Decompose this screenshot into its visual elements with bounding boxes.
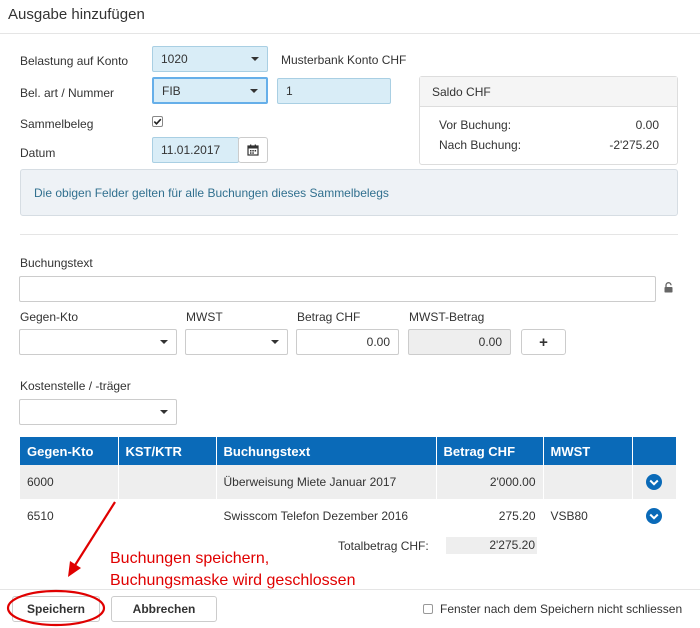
row-mwst: VSB80 [543,499,633,533]
datum-input[interactable]: 11.01.2017 [152,137,239,163]
col-gegenkto[interactable]: Gegen-Kto [20,437,119,465]
col-actions [632,437,676,465]
row-betrag: 275.20 [436,499,544,533]
mwstbetrag-label: MWST-Betrag [409,310,485,324]
kostenstelle-select[interactable] [19,399,177,425]
total-label: Totalbetrag CHF: [338,539,429,553]
keep-open-checkbox[interactable] [423,604,433,614]
row-kst [118,465,217,499]
row-text: Überweisung Miete Januar 2017 [216,465,437,499]
belastung-konto-value: 1020 [161,52,188,66]
col-betrag[interactable]: Betrag CHF [436,437,544,465]
betrag-input[interactable]: 0.00 [296,329,399,355]
annotation-line1: Buchungen speichern, [110,550,270,567]
add-booking-button[interactable]: + [521,329,566,355]
dialog-title: Ausgabe hinzufügen [8,6,145,23]
chevron-down-icon [250,88,258,93]
annotation-circle-icon [6,589,106,627]
saldo-panel: Saldo CHF Vor Buchung: 0.00 Nach Buchung… [419,76,678,165]
row-actions [632,465,676,499]
row-mwst [543,465,633,499]
nummer-input[interactable]: 1 [277,78,391,104]
col-mwst[interactable]: MWST [543,437,633,465]
belastung-label: Belastung auf Konto [20,54,129,68]
table-row[interactable]: 6000 Überweisung Miete Januar 2017 2'000… [20,465,676,499]
chevron-down-circle-icon[interactable] [646,508,663,524]
checkmark-icon [152,116,163,127]
saldo-title: Saldo CHF [432,84,491,99]
saldo-vor-label: Vor Buchung: [439,118,512,132]
info-text: Die obigen Felder gelten für alle Buchun… [34,185,389,200]
gegenkto-select[interactable] [19,329,177,355]
chevron-down-icon [160,340,168,344]
belastung-konto-select[interactable]: 1020 [152,46,268,72]
row-betrag: 2'000.00 [436,465,544,499]
sammelbeleg-label: Sammelbeleg [20,117,94,131]
info-box: Die obigen Felder gelten für alle Buchun… [20,169,678,216]
chevron-down-circle-icon[interactable] [646,474,663,490]
belart-select[interactable]: FIB [152,77,268,104]
row-kst [118,499,217,533]
col-kstktr[interactable]: KST/KTR [118,437,217,465]
belart-value: FIB [162,83,181,98]
title-divider [0,33,700,34]
row-text: Swisscom Telefon Dezember 2016 [216,499,437,533]
buchungstext-label: Buchungstext [20,256,93,270]
table-header-row: Gegen-Kto KST/KTR Buchungstext Betrag CH… [20,437,676,465]
saldo-panel-header: Saldo CHF [420,77,677,107]
chevron-down-icon [271,340,279,344]
kostenstelle-label: Kostenstelle / -träger [20,379,131,393]
nummer-value: 1 [286,84,293,98]
section-divider [20,234,678,235]
gegenkto-label: Gegen-Kto [20,310,79,324]
buchungstext-input[interactable] [19,276,656,302]
mwstbetrag-value: 0.00 [478,335,502,349]
mwst-select[interactable] [185,329,288,355]
belart-label: Bel. art / Nummer [20,86,115,100]
sammelbeleg-checkbox[interactable] [152,116,163,127]
datum-label: Datum [20,146,56,160]
belastung-konto-name: Musterbank Konto CHF [281,53,407,67]
datum-value: 11.01.2017 [161,143,221,157]
saldo-nach-label: Nach Buchung: [439,138,522,152]
keep-open-label: Fenster nach dem Speichern nicht schlies… [440,602,683,616]
calendar-button[interactable] [238,137,268,163]
col-buchungstext[interactable]: Buchungstext [216,437,437,465]
saldo-nach-value: -2'275.20 [609,138,659,152]
cancel-button[interactable]: Abbrechen [111,596,217,622]
betrag-value: 0.00 [366,335,390,349]
mwstbetrag-input: 0.00 [408,329,511,355]
mwst-label: MWST [186,310,223,324]
chevron-down-icon [251,57,259,61]
calendar-icon [247,144,259,156]
lock-icon[interactable] [664,282,673,296]
saldo-vor-value: 0.00 [635,118,659,132]
betrag-label: Betrag CHF [297,310,361,324]
row-actions [632,499,676,533]
row-gegenkto: 6000 [20,465,119,499]
chevron-down-icon [160,410,168,414]
total-value: 2'275.20 [446,537,537,554]
